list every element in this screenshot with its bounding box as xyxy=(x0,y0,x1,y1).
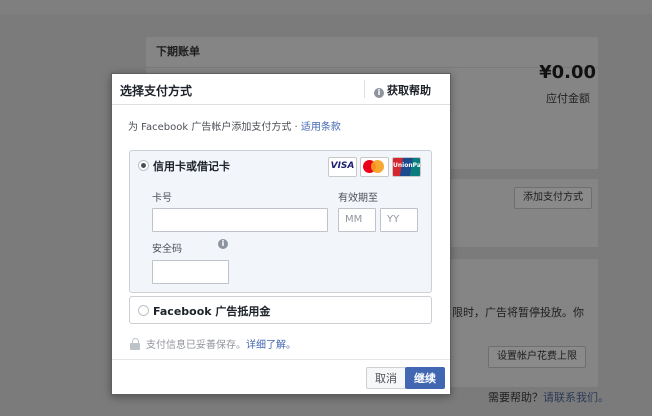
card-number-label: 卡号 xyxy=(152,193,172,204)
contact-us-link[interactable]: 请联系我们。 xyxy=(543,391,609,404)
help-prefix: 需要帮助？ xyxy=(488,391,543,404)
secure-text: 支付信息已妥善保存。 xyxy=(146,340,246,351)
top-bar xyxy=(0,0,652,14)
option-credit-debit-card[interactable]: 信用卡或借记卡 VISA UnionPay 卡号 有效期至 MM YY 安全码 … xyxy=(129,150,432,293)
cvv-label: 安全码 xyxy=(152,244,182,255)
secure-notice: 支付信息已妥善保存。详细了解。 xyxy=(130,336,296,351)
option-ad-credit-label: Facebook 广告抵用金 xyxy=(153,305,271,318)
billing-card-title: 下期账单 xyxy=(146,37,598,68)
dialog-footer: 取消 继续 xyxy=(112,359,450,394)
card-number-input[interactable] xyxy=(152,208,328,232)
set-spending-limit-button[interactable]: 设置帐户花费上限 xyxy=(488,346,586,368)
dialog-title: 选择支付方式 xyxy=(120,84,193,98)
get-help-link[interactable]: i 获取帮助 xyxy=(374,82,431,98)
visa-icon: VISA xyxy=(328,157,357,177)
radio-card-icon[interactable] xyxy=(138,160,149,171)
dialog-intro: 为 Facebook 广告帐户添加支付方式 · 适用条款 xyxy=(128,118,341,133)
amount-due-label: 应付金额 xyxy=(546,92,590,105)
cvv-input[interactable] xyxy=(152,260,229,284)
dialog-header: 选择支付方式 i 获取帮助 xyxy=(112,74,450,105)
mastercard-icon xyxy=(360,157,389,177)
radio-ad-credit-icon[interactable] xyxy=(138,305,149,316)
cancel-button[interactable]: 取消 xyxy=(366,367,406,389)
lock-icon xyxy=(130,338,140,350)
payment-method-dialog: 选择支付方式 i 获取帮助 为 Facebook 广告帐户添加支付方式 · 适用条… xyxy=(111,73,451,395)
learn-more-link[interactable]: 详细了解。 xyxy=(246,340,296,351)
card-brands: VISA UnionPay xyxy=(328,157,421,177)
expiry-year-input[interactable]: YY xyxy=(380,208,418,232)
amount-due: ¥0.00 xyxy=(539,62,596,83)
terms-link[interactable]: 适用条款 xyxy=(301,122,341,133)
expiry-month-input[interactable]: MM xyxy=(338,208,376,232)
option-card-label: 信用卡或借记卡 xyxy=(153,160,230,173)
continue-button[interactable]: 继续 xyxy=(405,367,445,389)
cvv-info-icon[interactable]: i xyxy=(218,239,228,249)
expiry-label: 有效期至 xyxy=(338,193,378,204)
add-payment-method-button[interactable]: 添加支付方式 xyxy=(514,187,592,209)
get-help-label: 获取帮助 xyxy=(387,84,431,97)
info-icon: i xyxy=(374,88,384,98)
spending-limit-warning: 限时，广告将暂停投放。你 xyxy=(452,306,584,319)
option-ad-credit[interactable]: Facebook 广告抵用金 xyxy=(129,296,432,324)
intro-text: 为 Facebook 广告帐户添加支付方式 · xyxy=(128,122,301,133)
help-footer: 需要帮助？请联系我们。 xyxy=(488,389,609,405)
header-divider xyxy=(364,80,365,98)
unionpay-icon: UnionPay xyxy=(392,157,421,177)
